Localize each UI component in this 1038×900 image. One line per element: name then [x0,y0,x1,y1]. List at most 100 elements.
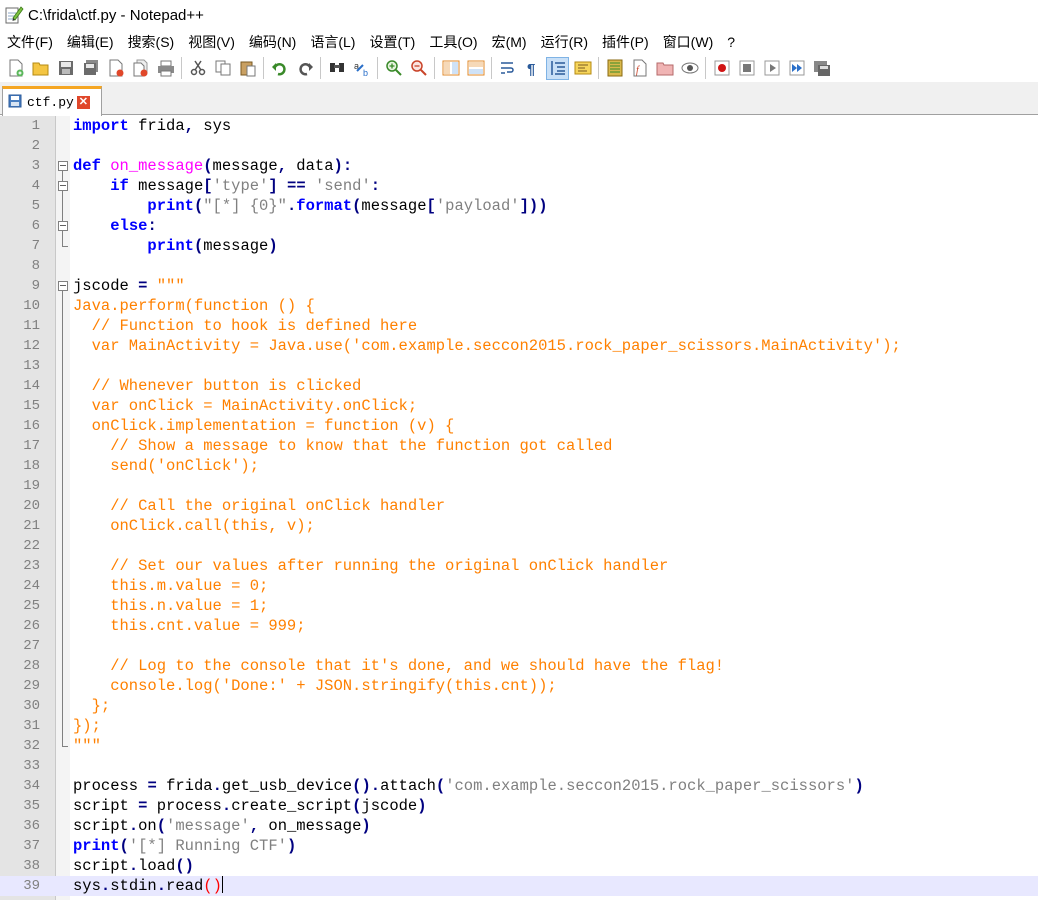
save-all-icon[interactable] [79,57,102,80]
menu-item-9[interactable]: 运行(R) [534,32,595,52]
code-line[interactable]: 1 import frida, sys [0,116,1038,136]
code-line[interactable]: 7 print(message) [0,236,1038,256]
doc-map-icon[interactable] [603,57,626,80]
line-text[interactable]: sys.stdin.read() [73,876,223,896]
code-line[interactable]: 18 send('onClick'); [0,456,1038,476]
fold-toggle-icon[interactable] [58,216,68,236]
code-line[interactable]: 32 """ [0,736,1038,756]
line-text[interactable]: // Log to the console that it's done, an… [73,656,724,676]
line-text[interactable]: Java.perform(function () { [73,296,315,316]
zoom-out-icon[interactable] [407,57,430,80]
code-line[interactable]: 14 // Whenever button is clicked [0,376,1038,396]
play-macro-icon[interactable] [760,57,783,80]
code-line[interactable]: 34 process = frida.get_usb_device().attac… [0,776,1038,796]
code-line[interactable]: 15 var onClick = MainActivity.onClick; [0,396,1038,416]
code-line[interactable]: 10 Java.perform(function () { [0,296,1038,316]
redo-icon[interactable] [293,57,316,80]
line-text[interactable]: onClick.implementation = function (v) { [73,416,455,436]
code-line[interactable]: 38 script.load() [0,856,1038,876]
code-line[interactable]: 3 def on_message(message, data): [0,156,1038,176]
indent-guide-icon[interactable] [546,56,569,80]
line-text[interactable]: // Set our values after running the orig… [73,556,668,576]
editor-pane[interactable]: 1 import frida, sys 2 3 def on_message(messa… [0,116,1038,900]
code-line[interactable]: 6 else: [0,216,1038,236]
code-line[interactable]: 23 // Set our values after running the o… [0,556,1038,576]
code-line[interactable]: 35 script = process.create_script(jscode) [0,796,1038,816]
code-line[interactable]: 9 jscode = """ [0,276,1038,296]
monitoring-icon[interactable] [678,57,701,80]
fold-toggle-icon[interactable] [58,276,68,296]
code-line[interactable]: 28 // Log to the console that it's done,… [0,656,1038,676]
menu-item-3[interactable]: 视图(V) [181,32,242,52]
code-line[interactable]: 37 print('[*] Running CTF') [0,836,1038,856]
code-line[interactable]: 16 onClick.implementation = function (v)… [0,416,1038,436]
line-text[interactable]: // Whenever button is clicked [73,376,362,396]
print-icon[interactable] [154,57,177,80]
menu-item-4[interactable]: 编码(N) [242,32,303,52]
menu-item-5[interactable]: 语言(L) [303,32,362,52]
code-line[interactable]: 13 [0,356,1038,376]
code-line[interactable]: 11 // Function to hook is defined here [0,316,1038,336]
copy-icon[interactable] [211,57,234,80]
code-line[interactable]: 4 if message['type'] == 'send': [0,176,1038,196]
code-line[interactable]: 27 [0,636,1038,656]
line-text[interactable]: // Function to hook is defined here [73,316,418,336]
sync-vertical-icon[interactable] [439,57,462,80]
code-line[interactable]: 12 var MainActivity = Java.use('com.exam… [0,336,1038,356]
line-text[interactable]: def on_message(message, data): [73,156,352,176]
code-line[interactable]: 26 this.cnt.value = 999; [0,616,1038,636]
line-text[interactable]: process = frida.get_usb_device().attach(… [73,776,864,796]
save-macro-icon[interactable] [810,57,833,80]
menu-item-11[interactable]: 窗口(W) [656,32,721,52]
line-text[interactable]: import frida, sys [73,116,231,136]
zoom-in-icon[interactable] [382,57,405,80]
sync-horizontal-icon[interactable] [464,57,487,80]
line-text[interactable]: this.m.value = 0; [73,576,268,596]
code-line[interactable]: 17 // Show a message to know that the fu… [0,436,1038,456]
word-wrap-icon[interactable] [496,57,519,80]
line-text[interactable]: print('[*] Running CTF') [73,836,296,856]
line-text[interactable]: """ [73,736,101,756]
function-list-icon[interactable]: f [628,57,651,80]
code-line[interactable]: 22 [0,536,1038,556]
line-text[interactable]: script = process.create_script(jscode) [73,796,427,816]
open-file-icon[interactable] [29,57,52,80]
new-file-icon[interactable] [4,57,27,80]
line-text[interactable]: }; [73,696,111,716]
line-text[interactable]: var onClick = MainActivity.onClick; [73,396,418,416]
close-icon[interactable] [104,57,127,80]
code-line[interactable]: 36 script.on('message', on_message) [0,816,1038,836]
line-text[interactable]: if message['type'] == 'send': [73,176,380,196]
close-all-icon[interactable] [129,57,152,80]
tab-ctf-py[interactable]: ctf.py ✕ [2,86,102,116]
menu-item-8[interactable]: 宏(M) [485,32,534,52]
code-line[interactable]: 30 }; [0,696,1038,716]
language-icon[interactable] [571,57,594,80]
replace-icon[interactable]: ab [350,57,373,80]
show-all-chars-icon[interactable]: ¶ [521,57,544,80]
cut-icon[interactable] [186,57,209,80]
line-text[interactable]: print("[*] {0}".format(message['payload'… [73,196,547,216]
code-line[interactable]: 31}); [0,716,1038,736]
line-text[interactable]: script.on('message', on_message) [73,816,371,836]
menu-item-0[interactable]: 文件(F) [0,32,60,52]
code-line[interactable]: 39 sys.stdin.read() [0,876,1038,896]
run-macro-multiple-icon[interactable] [785,57,808,80]
menu-item-10[interactable]: 插件(P) [595,32,656,52]
line-text[interactable]: print(message) [73,236,277,256]
menu-item-7[interactable]: 工具(O) [422,32,484,52]
code-line[interactable]: 29 console.log('Done:' + JSON.stringify(… [0,676,1038,696]
line-text[interactable]: // Call the original onClick handler [73,496,445,516]
line-text[interactable]: // Show a message to know that the funct… [73,436,612,456]
stop-macro-icon[interactable] [735,57,758,80]
line-text[interactable]: var MainActivity = Java.use('com.example… [73,336,901,356]
line-text[interactable]: console.log('Done:' + JSON.stringify(thi… [73,676,556,696]
paste-icon[interactable] [236,57,259,80]
code-line[interactable]: 25 this.n.value = 1; [0,596,1038,616]
code-line[interactable]: 2 [0,136,1038,156]
menu-item-2[interactable]: 搜索(S) [121,32,182,52]
line-text[interactable]: script.load() [73,856,194,876]
find-icon[interactable] [325,57,348,80]
undo-icon[interactable] [268,57,291,80]
code-line[interactable]: 19 [0,476,1038,496]
